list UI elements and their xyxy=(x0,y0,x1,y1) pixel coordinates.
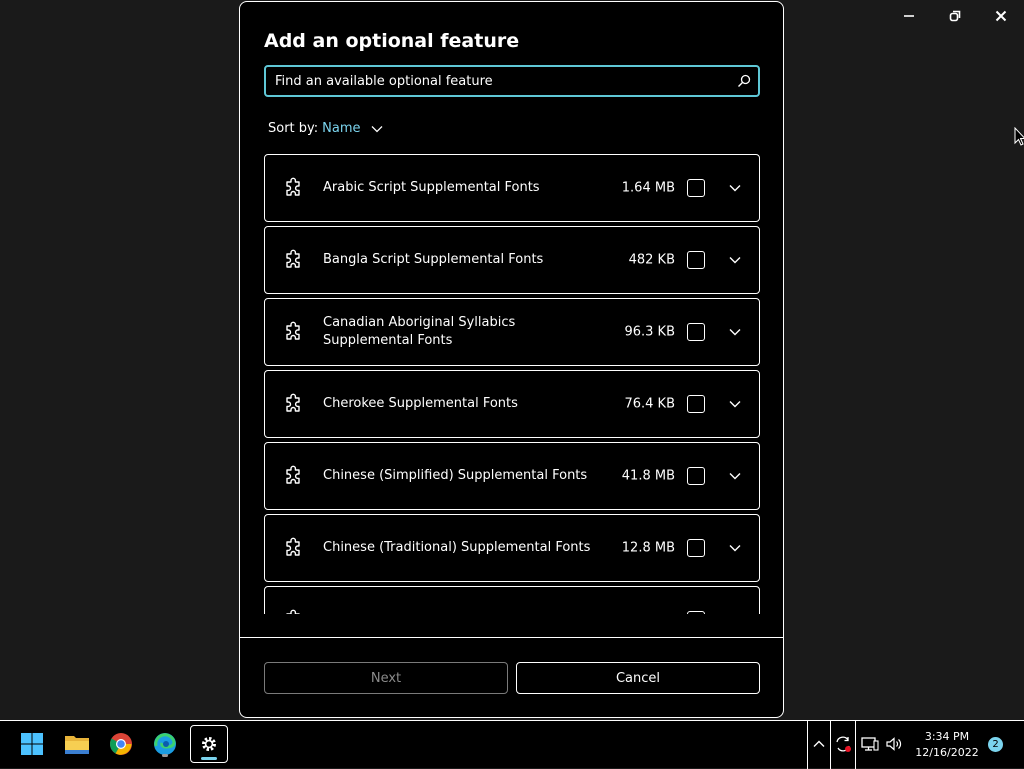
chevron-down-icon[interactable] xyxy=(725,394,745,414)
search-icon[interactable] xyxy=(730,74,758,88)
taskbar: 3:34 PM 12/16/2022 2 xyxy=(0,720,1024,769)
chevron-down-icon[interactable] xyxy=(725,178,745,198)
sort-by-dropdown[interactable]: Sort by: Name xyxy=(268,121,383,136)
feature-name: Bangla Script Supplemental Fonts xyxy=(323,252,544,267)
running-indicator xyxy=(162,754,168,757)
feature-size: 1.64 MB xyxy=(621,180,675,196)
start-icon[interactable] xyxy=(17,729,47,759)
feature-item[interactable] xyxy=(264,586,760,614)
feature-item[interactable]: Chinese (Simplified) Supplemental Fonts … xyxy=(264,442,760,510)
file-explorer-icon[interactable] xyxy=(62,729,92,759)
chevron-down-icon[interactable] xyxy=(725,466,745,486)
feature-checkbox[interactable] xyxy=(687,251,705,269)
chevron-down-icon[interactable] xyxy=(725,250,745,270)
feature-item[interactable]: Cherokee Supplemental Fonts 76.4 KB xyxy=(264,370,760,438)
active-app-indicator xyxy=(201,757,217,760)
chevron-down-icon xyxy=(371,125,383,133)
feature-item[interactable]: Bangla Script Supplemental Fonts 482 KB xyxy=(264,226,760,294)
feature-checkbox[interactable] xyxy=(687,539,705,557)
puzzle-piece-icon xyxy=(283,465,305,487)
search-box[interactable] xyxy=(264,65,760,97)
close-icon xyxy=(995,10,1007,22)
feature-name: Arabic Script Supplemental Fonts xyxy=(323,180,540,195)
puzzle-piece-icon xyxy=(283,321,305,343)
sort-value[interactable]: Name xyxy=(322,121,360,136)
feature-name: Canadian Aboriginal Syllabics Supplement… xyxy=(323,315,516,348)
feature-size: 41.8 MB xyxy=(621,468,675,484)
next-button[interactable]: Next xyxy=(264,662,508,694)
feature-item[interactable]: Canadian Aboriginal Syllabics Supplement… xyxy=(264,298,760,366)
minimize-icon xyxy=(904,15,914,17)
feature-checkbox[interactable] xyxy=(687,395,705,413)
puzzle-piece-icon xyxy=(283,537,305,559)
restore-button[interactable] xyxy=(940,4,970,28)
feature-item[interactable]: Chinese (Traditional) Supplemental Fonts… xyxy=(264,514,760,582)
feature-size: 76.4 KB xyxy=(624,396,675,412)
dialog-title: Add an optional feature xyxy=(264,30,520,52)
feature-item[interactable]: Arabic Script Supplemental Fonts 1.64 MB xyxy=(264,154,760,222)
puzzle-piece-icon xyxy=(283,609,305,614)
network-icon[interactable] xyxy=(860,734,880,754)
feature-size: 482 KB xyxy=(628,252,675,268)
clock-time: 3:34 PM xyxy=(924,730,970,743)
feature-checkbox[interactable] xyxy=(687,467,705,485)
chevron-down-icon[interactable] xyxy=(725,322,745,342)
close-button[interactable] xyxy=(986,4,1016,28)
sync-icon[interactable] xyxy=(833,734,853,754)
add-optional-feature-dialog: Add an optional feature Sort by: Name Ar… xyxy=(239,1,784,718)
feature-checkbox[interactable] xyxy=(687,611,705,614)
tray-separator xyxy=(830,721,831,769)
search-input[interactable] xyxy=(266,72,730,90)
clock[interactable]: 3:34 PM 12/16/2022 xyxy=(912,729,982,761)
tray-separator xyxy=(855,721,856,769)
volume-icon[interactable] xyxy=(884,734,904,754)
feature-checkbox[interactable] xyxy=(687,179,705,197)
tray-separator xyxy=(807,721,808,769)
footer-divider xyxy=(240,637,783,638)
feature-size: 12.8 MB xyxy=(621,540,675,556)
chrome-icon[interactable] xyxy=(106,729,136,759)
feature-checkbox[interactable] xyxy=(687,323,705,341)
feature-name: Cherokee Supplemental Fonts xyxy=(323,396,518,411)
mouse-cursor-icon xyxy=(1014,127,1024,146)
settings-icon[interactable] xyxy=(190,725,228,763)
restore-icon xyxy=(949,10,961,22)
minimize-button[interactable] xyxy=(894,4,924,28)
feature-name: Chinese (Simplified) Supplemental Fonts xyxy=(323,468,588,483)
cancel-button[interactable]: Cancel xyxy=(516,662,760,694)
puzzle-piece-icon xyxy=(283,177,305,199)
chevron-down-icon[interactable] xyxy=(725,538,745,558)
chevron-up-icon[interactable] xyxy=(809,734,829,754)
clock-date: 12/16/2022 xyxy=(915,746,979,759)
sort-label: Sort by: xyxy=(268,121,319,136)
notification-badge[interactable]: 2 xyxy=(988,737,1003,752)
feature-name: Chinese (Traditional) Supplemental Fonts xyxy=(323,540,591,555)
feature-size: 96.3 KB xyxy=(624,324,675,340)
feature-list[interactable]: Arabic Script Supplemental Fonts 1.64 MB… xyxy=(264,154,760,614)
edge-icon[interactable] xyxy=(150,729,180,759)
puzzle-piece-icon xyxy=(283,249,305,271)
puzzle-piece-icon xyxy=(283,393,305,415)
